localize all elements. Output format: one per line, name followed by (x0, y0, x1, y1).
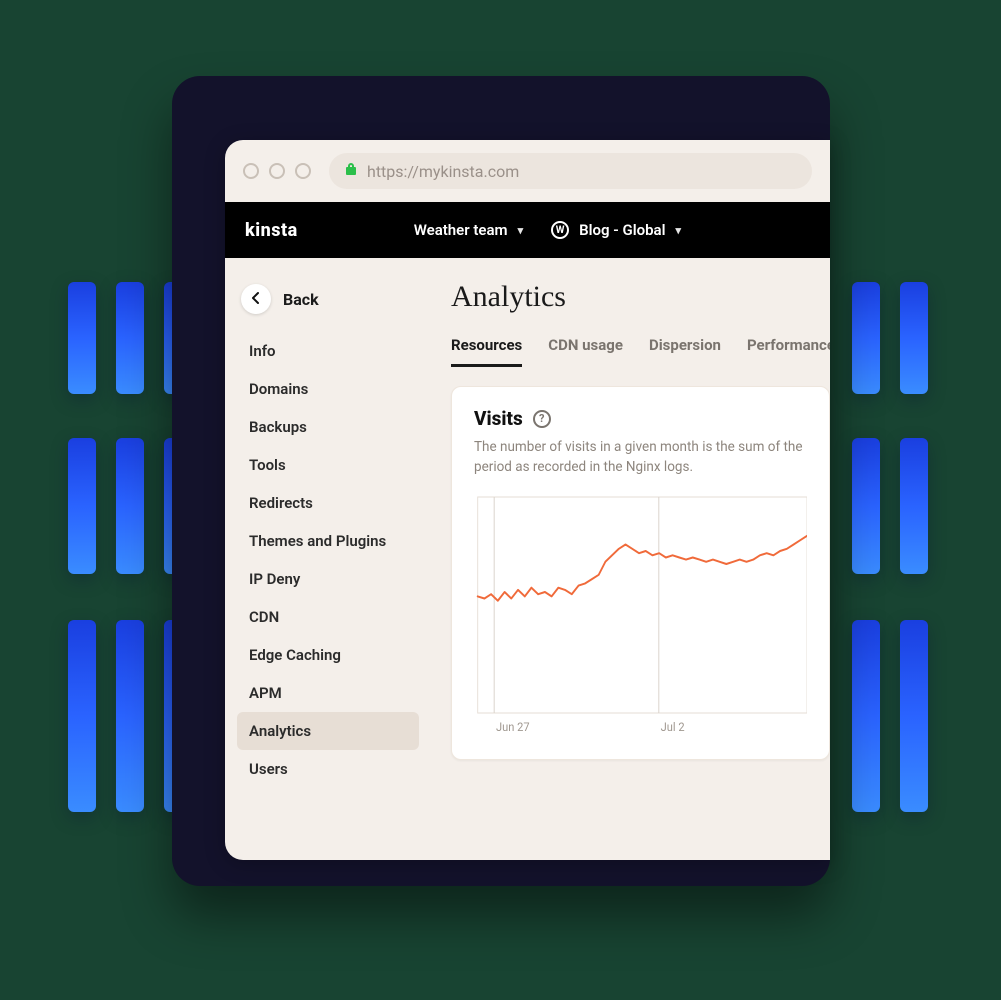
sidebar: Back Info Domains Backups Tools Redirects The… (225, 258, 431, 860)
team-dropdown-label: Weather team (414, 221, 508, 239)
sidebar-item-label: IP Deny (249, 570, 300, 588)
sidebar-item-redirects[interactable]: Redirects (237, 484, 419, 522)
window-dot[interactable] (243, 163, 259, 179)
tab-cdn-usage[interactable]: CDN usage (548, 336, 623, 367)
visits-description: The number of visits in a given month is… (474, 438, 807, 477)
decoration-bar (116, 620, 144, 812)
sidebar-item-edge-caching[interactable]: Edge Caching (237, 636, 419, 674)
sidebar-item-cdn[interactable]: CDN (237, 598, 419, 636)
site-dropdown-label: Blog - Global (579, 221, 665, 239)
sidebar-item-apm[interactable]: APM (237, 674, 419, 712)
back-button[interactable] (241, 284, 271, 314)
back-label: Back (283, 290, 319, 309)
sidebar-item-label: Domains (249, 380, 308, 398)
svg-text:Jul 2: Jul 2 (661, 720, 685, 735)
sidebar-item-tools[interactable]: Tools (237, 446, 419, 484)
browser-window: https://mykinsta.com kinsta Weather team… (225, 140, 830, 860)
browser-chrome: https://mykinsta.com (225, 140, 830, 202)
main-content: Analytics Resources CDN usage Dispersion Pe… (431, 258, 830, 860)
logo[interactable]: kinsta (245, 220, 298, 241)
site-dropdown[interactable]: W Blog - Global ▾ (551, 221, 681, 239)
lock-icon (345, 162, 357, 180)
decoration-bar (900, 620, 928, 812)
sidebar-item-label: Info (249, 342, 276, 360)
visits-title: Visits (474, 407, 523, 430)
decoration-bar (900, 282, 928, 394)
tab-resources[interactable]: Resources (451, 336, 522, 367)
sidebar-item-backups[interactable]: Backups (237, 408, 419, 446)
window-dot[interactable] (295, 163, 311, 179)
url-text: https://mykinsta.com (367, 162, 519, 181)
decoration-bar (852, 620, 880, 812)
sidebar-item-info[interactable]: Info (237, 332, 419, 370)
decoration-bar (900, 438, 928, 574)
sidebar-item-label: Users (249, 760, 288, 778)
window-dot[interactable] (269, 163, 285, 179)
decoration-bar (852, 438, 880, 574)
sidebar-item-label: APM (249, 684, 282, 702)
page-title: Analytics (451, 280, 830, 314)
help-icon[interactable]: ? (533, 410, 551, 428)
sidebar-item-label: Analytics (249, 722, 311, 740)
sidebar-item-label: Themes and Plugins (249, 532, 386, 550)
decoration-bar (116, 438, 144, 574)
decoration-bar (68, 282, 96, 394)
chevron-down-icon: ▾ (676, 224, 682, 237)
arrow-left-icon (249, 290, 263, 309)
svg-text:Jun 27: Jun 27 (496, 720, 530, 735)
window-controls (243, 163, 311, 179)
decoration-bar (116, 282, 144, 394)
sidebar-item-label: Tools (249, 456, 286, 474)
sidebar-item-label: Redirects (249, 494, 313, 512)
wordpress-icon: W (551, 221, 569, 239)
app-topbar: kinsta Weather team ▾ W Blog - Global ▾ (225, 202, 830, 258)
decoration-bar (852, 282, 880, 394)
decoration-bar (68, 620, 96, 812)
sidebar-item-label: Backups (249, 418, 307, 436)
sidebar-item-domains[interactable]: Domains (237, 370, 419, 408)
url-bar[interactable]: https://mykinsta.com (329, 153, 812, 189)
sidebar-item-users[interactable]: Users (237, 750, 419, 788)
visits-panel: Visits ? The number of visits in a given… (451, 386, 830, 760)
chevron-down-icon: ▾ (518, 224, 524, 237)
team-dropdown[interactable]: Weather team ▾ (414, 221, 523, 239)
sidebar-item-themes-and-plugins[interactable]: Themes and Plugins (237, 522, 419, 560)
sidebar-item-label: Edge Caching (249, 646, 341, 664)
decoration-bar (68, 438, 96, 574)
sidebar-item-label: CDN (249, 608, 279, 626)
sidebar-item-analytics[interactable]: Analytics (237, 712, 419, 750)
visits-chart: Jun 27 Jul 2 (474, 491, 807, 741)
tab-performance[interactable]: Performance (747, 336, 830, 367)
tab-dispersion[interactable]: Dispersion (649, 336, 721, 367)
tabs: Resources CDN usage Dispersion Performance (451, 336, 830, 368)
sidebar-item-ip-deny[interactable]: IP Deny (237, 560, 419, 598)
